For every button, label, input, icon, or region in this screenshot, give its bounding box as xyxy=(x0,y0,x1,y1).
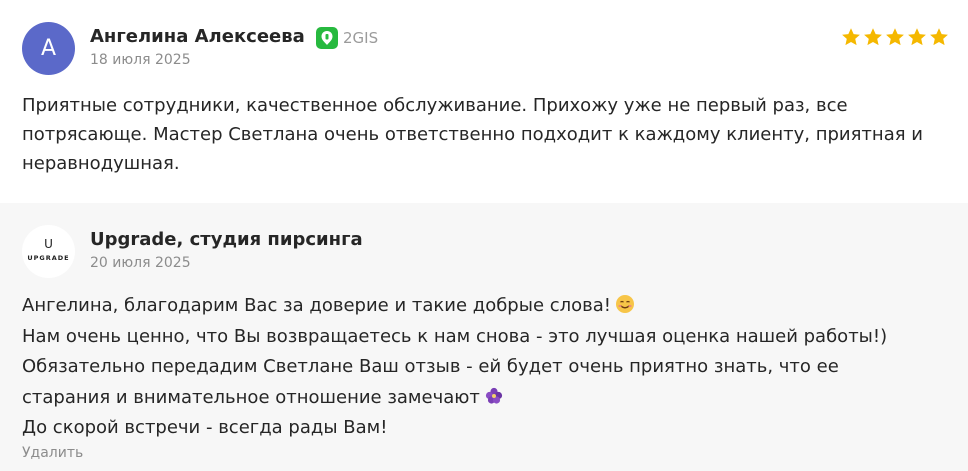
reply-text: Ангелина, благодарим Вас за доверие и та… xyxy=(22,291,952,444)
delete-reply-link[interactable]: Удалить xyxy=(22,445,83,461)
star-icon xyxy=(886,28,904,46)
reply-line: Обязательно передадим Светлане Ваш отзыв… xyxy=(22,356,839,377)
purple-flower-icon xyxy=(485,387,502,404)
reply-line: старания и внимательное отношение замеча… xyxy=(22,383,952,414)
star-icon xyxy=(908,28,926,46)
review-text: Приятные сотрудники, качественное обслуж… xyxy=(22,95,923,174)
reply-line: Нам очень ценно, что Вы возвращаетесь к … xyxy=(22,325,888,347)
source-label: 2GIS xyxy=(343,29,379,47)
review-author-name: Ангелина Алексеева xyxy=(90,26,305,47)
rating-stars xyxy=(840,26,950,48)
reply-line: До скорой встречи - всегда рады Вам! xyxy=(22,417,388,438)
reply-date: 20 июля 2025 xyxy=(90,255,191,271)
2gis-logo-icon xyxy=(316,27,338,49)
smiling-face-icon xyxy=(616,295,635,313)
upgrade-logo-mark: U xyxy=(44,236,53,251)
reply-line: Ангелина, благодарим Вас за доверие и та… xyxy=(22,291,952,322)
reply-author-name: Upgrade, студия пирсинга xyxy=(90,229,363,250)
star-icon xyxy=(864,28,882,46)
review-source: 2GIS xyxy=(316,27,378,49)
avatar: А xyxy=(22,22,75,75)
review-date: 18 июля 2025 xyxy=(90,52,191,68)
company-logo: U UPGRADE xyxy=(22,225,75,278)
star-icon xyxy=(930,28,948,46)
owner-reply: U UPGRADE Upgrade, студия пирсинга 20 ию… xyxy=(0,203,968,471)
review-card: А Ангелина Алексеева 2GIS 18 июля 2025 П… xyxy=(0,0,968,200)
upgrade-logo-text: UPGRADE xyxy=(27,253,70,262)
star-icon xyxy=(842,28,860,46)
